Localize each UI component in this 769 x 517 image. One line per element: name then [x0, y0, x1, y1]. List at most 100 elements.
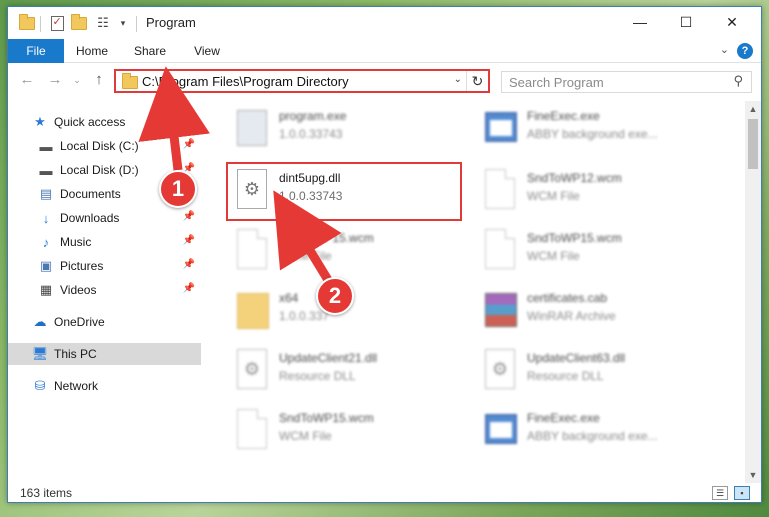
chevron-down-icon[interactable]: ⌄: [454, 74, 462, 85]
list-item[interactable]: certificates.cab WinRAR Archive: [475, 283, 715, 341]
search-input[interactable]: [502, 72, 712, 92]
sidebar-item-label: This PC: [54, 347, 97, 361]
search-box[interactable]: ⚲: [501, 71, 752, 93]
up-arrow-icon[interactable]: ↑: [88, 70, 110, 90]
sidebar-item-label: Pictures: [60, 259, 104, 273]
file-detail: Resource DLL: [527, 369, 604, 383]
highlight-box: [226, 162, 462, 221]
scroll-up-icon[interactable]: ▲: [745, 101, 761, 117]
step-badge-1: 1: [159, 170, 197, 208]
pin-icon[interactable]: 📌: [183, 139, 195, 150]
minimize-button[interactable]: —: [617, 7, 663, 37]
file-detail: WCM File: [279, 249, 332, 263]
drive-icon: ▬: [39, 138, 53, 154]
documents-icon: ▤: [39, 186, 53, 201]
folder-icon: [122, 73, 138, 89]
back-arrow-icon[interactable]: ←: [16, 70, 38, 90]
maximize-button[interactable]: ☐: [663, 7, 709, 37]
list-item[interactable]: SndToWP12.wcm WCM File: [475, 163, 715, 221]
file-name: SndToWP15.wcm: [527, 231, 622, 245]
document-icon: [485, 169, 517, 211]
ribbon-tabs: File Home Share View ⌄ ?: [8, 39, 761, 63]
item-count: 163 items: [20, 486, 73, 500]
file-name: FineExec.exe: [527, 411, 600, 425]
sidebar-item-network[interactable]: ⛁ Network: [8, 375, 201, 397]
properties-icon[interactable]: [48, 14, 66, 32]
large-icons-view-icon[interactable]: ▪: [734, 486, 750, 500]
close-button[interactable]: ✕: [709, 7, 755, 37]
list-item[interactable]: FineExec.exe ABBY background exe...: [475, 101, 715, 159]
forward-arrow-icon[interactable]: →: [44, 70, 66, 90]
sidebar-item-downloads[interactable]: ↓ Downloads 📌: [8, 207, 201, 229]
navigation-pane: ★ Quick access ▬ Local Disk (C:) 📌 ▬ Loc…: [8, 101, 201, 475]
sidebar-item-onedrive[interactable]: ☁ OneDrive: [8, 311, 201, 333]
tab-file[interactable]: File: [8, 39, 64, 63]
sidebar-item-this-pc[interactable]: 🖥 This PC: [8, 343, 201, 365]
list-item[interactable]: SndToWP15.wcm WCM File: [227, 403, 467, 461]
sidebar-item-videos[interactable]: ▦ Videos 📌: [8, 279, 201, 301]
videos-icon: ▦: [39, 282, 53, 297]
tab-home[interactable]: Home: [70, 39, 114, 63]
window-title: Program: [146, 15, 196, 30]
document-icon: [237, 409, 269, 451]
sidebar-item-label: Network: [54, 379, 99, 393]
expand-ribbon-icon[interactable]: ⌄: [720, 43, 729, 56]
network-icon: ⛁: [34, 378, 46, 393]
file-name: UpdateClient21.dll: [279, 351, 378, 365]
drive-icon: ▬: [39, 162, 53, 178]
file-name: SndToWP15.wcm: [279, 231, 374, 245]
title-bar: ☷ ▾ Program — ☐ ✕: [8, 7, 761, 39]
file-name: program.exe: [279, 109, 347, 123]
file-detail: WCM File: [527, 249, 580, 263]
list-item[interactable]: ⚙ UpdateClient63.dll Resource DLL: [475, 343, 715, 401]
cloud-icon: ☁: [33, 314, 47, 329]
folder-icon: [237, 289, 269, 331]
file-detail: ABBY background exe...: [527, 429, 658, 443]
scroll-thumb[interactable]: [748, 119, 758, 169]
star-icon: ★: [34, 114, 46, 129]
refresh-icon[interactable]: ↻: [466, 71, 488, 91]
sidebar-item-quick-access[interactable]: ★ Quick access: [8, 111, 201, 133]
search-icon[interactable]: ⚲: [733, 73, 743, 89]
file-detail: WCM File: [527, 189, 580, 203]
sidebar-item-label: Documents: [60, 187, 121, 201]
sidebar-item-label: Downloads: [60, 211, 120, 225]
file-name: SndToWP12.wcm: [527, 171, 622, 185]
sidebar-item-pictures[interactable]: ▣ Pictures 📌: [8, 255, 201, 277]
vertical-scrollbar[interactable]: ▲ ▼: [745, 101, 761, 483]
step-badge-2: 2: [316, 277, 354, 315]
details-view-icon[interactable]: ☰: [712, 486, 728, 500]
list-item[interactable]: SndToWP15.wcm WCM File: [227, 223, 467, 281]
recent-locations-icon[interactable]: ⌄: [66, 70, 88, 90]
document-icon: [485, 229, 517, 271]
help-icon[interactable]: ?: [737, 43, 753, 59]
pin-icon[interactable]: 📌: [183, 259, 195, 270]
file-detail: 1.0.0.337: [279, 309, 330, 323]
view-options-icon[interactable]: ☷: [92, 14, 114, 32]
list-item[interactable]: SndToWP15.wcm WCM File: [475, 223, 715, 281]
customize-toolbar-icon[interactable]: ▾: [116, 14, 130, 32]
navigation-bar: ← → ⌄ ↑ C:\Program Files\Program Directo…: [8, 64, 761, 96]
file-detail: WCM File: [279, 429, 332, 443]
list-item[interactable]: program.exe 1.0.0.33743: [227, 101, 467, 159]
pin-icon[interactable]: 📌: [183, 211, 195, 222]
file-detail: WinRAR Archive: [527, 309, 616, 323]
pin-icon[interactable]: 📌: [183, 235, 195, 246]
address-bar[interactable]: C:\Program Files\Program Directory ⌄ ↻: [114, 69, 490, 93]
sidebar-item-music[interactable]: ♪ Music 📌: [8, 231, 201, 253]
document-icon: [237, 229, 269, 271]
pin-icon[interactable]: 📌: [183, 283, 195, 294]
address-path[interactable]: C:\Program Files\Program Directory: [142, 74, 349, 89]
list-item[interactable]: FineExec.exe ABBY background exe...: [475, 403, 715, 461]
scroll-down-icon[interactable]: ▼: [745, 467, 761, 483]
new-folder-icon[interactable]: [70, 13, 88, 32]
monitor-icon: 🖥: [31, 346, 49, 361]
list-item[interactable]: ⚙ UpdateClient21.dll Resource DLL: [227, 343, 467, 401]
file-name: certificates.cab: [527, 291, 608, 305]
tab-share[interactable]: Share: [130, 39, 170, 63]
sidebar-item-local-disk-c[interactable]: ▬ Local Disk (C:) 📌: [8, 135, 201, 157]
status-bar: 163 items ☰ ▪: [8, 483, 761, 503]
sidebar-item-label: Local Disk (D:): [60, 163, 139, 177]
tab-view[interactable]: View: [188, 39, 226, 63]
file-list: program.exe 1.0.0.33743 FineExec.exe ABB…: [203, 101, 736, 473]
